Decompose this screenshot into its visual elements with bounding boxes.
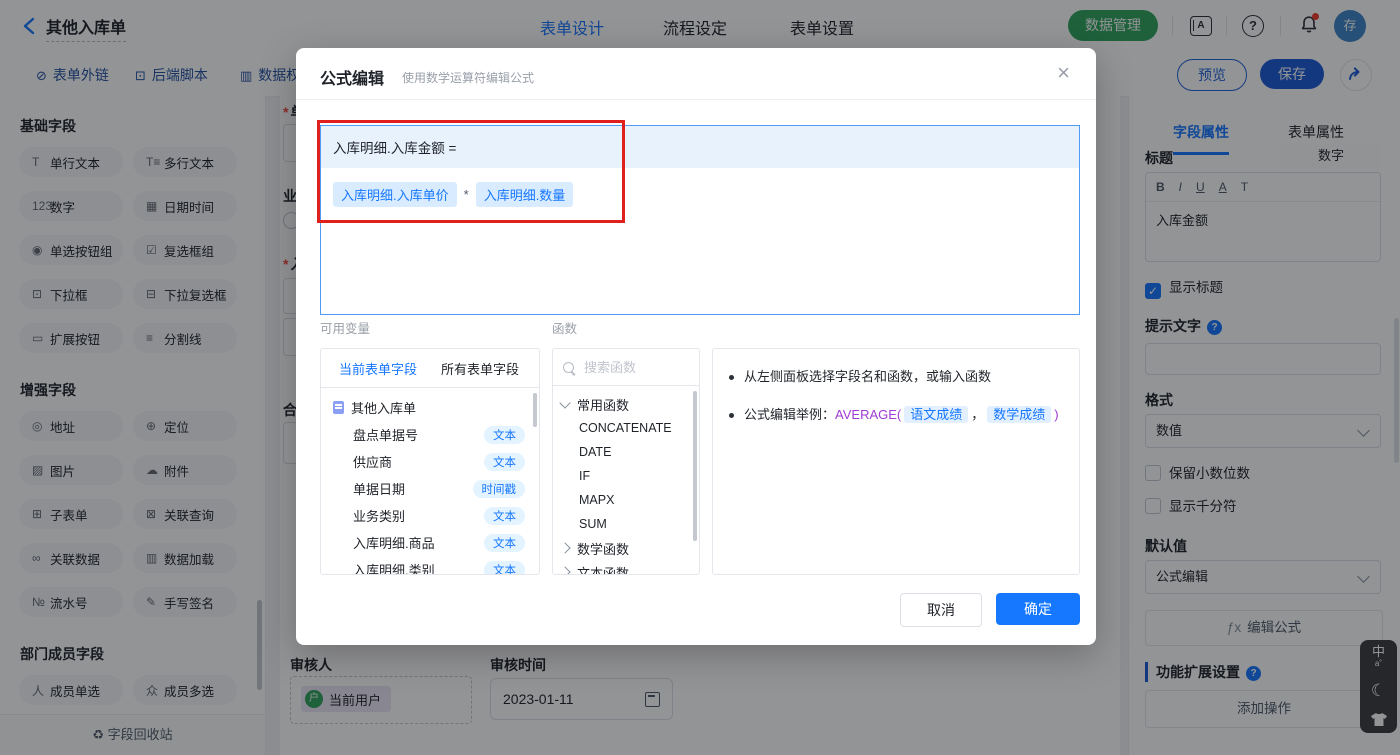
functions-section-label: 函数 — [552, 322, 578, 336]
cancel-button[interactable]: 取消 — [900, 593, 982, 627]
example-field-chip: 语文成绩 — [904, 406, 969, 423]
field-chip[interactable]: 入库明细.数量 — [475, 182, 574, 207]
function-group[interactable]: 数学函数 — [553, 536, 699, 560]
variables-tabs: 当前表单字段 所有表单字段 — [321, 349, 539, 388]
tip-line: 从左侧面板选择字段名和函数，或输入函数 — [729, 367, 1065, 387]
tab-current-form-fields[interactable]: 当前表单字段 — [339, 359, 417, 378]
chevron-right-icon — [559, 542, 571, 554]
chevron-right-icon — [559, 566, 571, 574]
variable-row[interactable]: 供应商 文本 — [321, 448, 539, 475]
search-icon — [563, 361, 574, 373]
bullet-icon — [729, 413, 734, 418]
form-icon — [333, 401, 344, 414]
variable-name: 入库明细.商品 — [353, 536, 435, 551]
variable-name: 盘点单据号 — [353, 428, 419, 443]
function-group[interactable]: 常用函数 — [553, 392, 699, 416]
function-search[interactable] — [553, 349, 699, 386]
function-search-input[interactable] — [582, 358, 686, 376]
tip-example-line: 公式编辑举例：AVERAGE(语文成绩，数学成绩) — [729, 405, 1065, 425]
field-chip[interactable]: 入库明细.入库单价 — [333, 182, 457, 207]
modal-header: 公式编辑 使用数学运算符编辑公式 × — [296, 48, 1096, 100]
variable-name: 供应商 — [353, 455, 393, 470]
function-group-name: 数学函数 — [577, 541, 630, 557]
variable-row[interactable]: 单据日期 时间戳 — [321, 475, 539, 502]
variable-row[interactable]: 业务类别 文本 — [321, 502, 539, 529]
function-item[interactable]: MAPX — [553, 488, 699, 512]
function-item[interactable]: SUM — [553, 512, 699, 536]
function-group-name: 常用函数 — [577, 397, 630, 413]
function-name: AVERAGE( — [835, 407, 902, 422]
modal-subtitle: 使用数学运算符编辑公式 — [402, 71, 535, 85]
variables-panel: 当前表单字段 所有表单字段 其他入库单 盘点单据号 文本 供应商 文本 单据日期 时间戳业… — [320, 348, 540, 575]
variable-row[interactable]: 入库明细.类别 文本 — [321, 556, 539, 575]
formula-expression[interactable]: 入库明细.入库单价 * 入库明细.数量 — [321, 168, 1079, 207]
variable-name: 入库明细.类别 — [353, 563, 435, 575]
function-item[interactable]: DATE — [553, 440, 699, 464]
bullet-icon — [729, 375, 734, 380]
variable-row[interactable]: 盘点单据号 文本 — [321, 421, 539, 448]
variable-type-badge: 文本 — [484, 506, 525, 525]
modal-title: 公式编辑 — [320, 71, 385, 88]
function-group-name: 文本函数 — [577, 565, 630, 575]
functions-panel: 常用函数 CONCATENATEDATEIFMAPXSUM 数学函数文本函数 — [552, 348, 700, 575]
form-tree-root[interactable]: 其他入库单 — [321, 394, 539, 421]
variables-scrollbar[interactable] — [533, 393, 537, 427]
variable-name: 单据日期 — [353, 482, 406, 497]
formula-editor-modal: 公式编辑 使用数学运算符编辑公式 × 入库明细.入库金额 = 入库明细.入库单价… — [296, 48, 1096, 645]
variable-type-badge: 文本 — [484, 425, 525, 444]
functions-scrollbar[interactable] — [693, 391, 697, 541]
tab-all-form-fields[interactable]: 所有表单字段 — [441, 359, 519, 378]
confirm-button[interactable]: 确定 — [996, 593, 1080, 625]
variable-type-badge: 文本 — [484, 452, 525, 471]
example-field-chip: 数学成绩 — [987, 406, 1052, 423]
multiply-operator: * — [463, 187, 469, 202]
close-icon[interactable]: × — [1057, 62, 1070, 84]
chevron-down-icon — [559, 396, 571, 409]
tips-panel: 从左侧面板选择字段名和函数，或输入函数 公式编辑举例：AVERAGE(语文成绩，… — [712, 348, 1080, 575]
formula-editor-area[interactable]: 入库明细.入库金额 = 入库明细.入库单价 * 入库明细.数量 — [320, 125, 1080, 315]
variable-type-badge: 时间戳 — [472, 479, 525, 498]
function-close-paren: ) — [1054, 407, 1059, 422]
function-item[interactable]: CONCATENATE — [553, 416, 699, 440]
variables-section-label: 可用变量 — [320, 322, 371, 336]
formula-target: 入库明细.入库金额 = — [321, 126, 1079, 168]
variable-type-badge: 文本 — [484, 533, 525, 552]
variable-name: 业务类别 — [353, 509, 406, 524]
function-item[interactable]: IF — [553, 464, 699, 488]
variable-type-badge: 文本 — [484, 560, 525, 574]
variable-row[interactable]: 入库明细.商品 文本 — [321, 529, 539, 556]
function-group[interactable]: 文本函数 — [553, 560, 699, 575]
